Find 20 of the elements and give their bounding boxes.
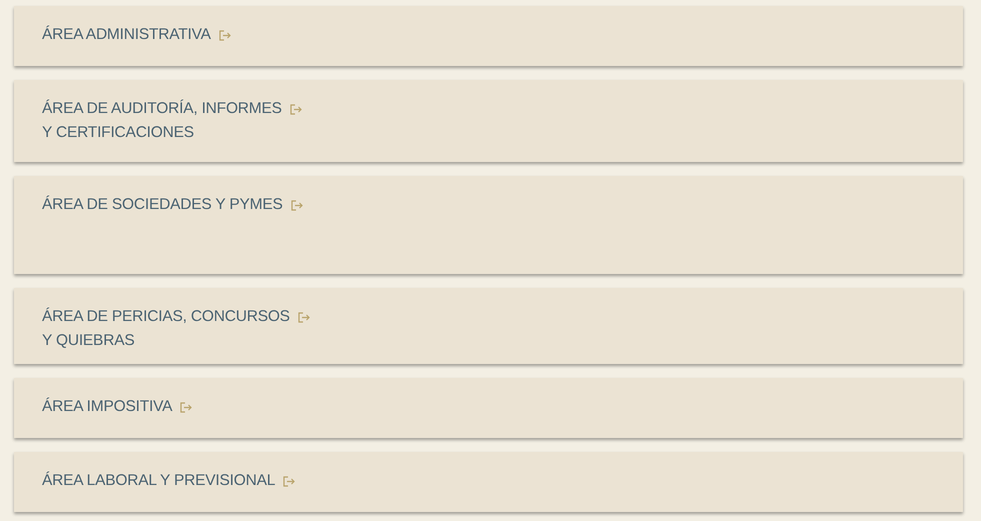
area-title: ÁREA DE AUDITORÍA, INFORMES	[42, 98, 282, 119]
exit-arrow-icon	[283, 476, 296, 486]
exit-arrow-icon	[218, 30, 231, 40]
area-title: ÁREA LABORAL Y PREVISIONAL	[42, 470, 276, 491]
area-card[interactable]: ÁREA LABORAL Y PREVISIONAL	[14, 452, 963, 512]
area-title: Y CERTIFICACIONES	[42, 124, 194, 141]
area-title: ÁREA ADMINISTRATIVA	[42, 24, 211, 45]
area-card[interactable]: ÁREA IMPOSITIVA	[14, 378, 963, 438]
area-title: ÁREA DE PERICIAS, CONCURSOS	[42, 306, 290, 327]
exit-arrow-icon	[290, 200, 303, 210]
area-title: ÁREA DE SOCIEDADES Y PYMES	[42, 194, 283, 215]
exit-arrow-icon	[290, 104, 302, 114]
exit-arrow-icon	[180, 402, 192, 412]
area-title: ÁREA IMPOSITIVA	[42, 396, 172, 417]
area-title: Y QUIEBRAS	[42, 332, 134, 349]
area-card[interactable]: ÁREA ADMINISTRATIVA	[14, 6, 963, 66]
area-card[interactable]: ÁREA DE PERICIAS, CONCURSOS Y QUIEBRAS	[14, 288, 963, 364]
area-card[interactable]: ÁREA DE AUDITORÍA, INFORMES Y CERTIFICACIONES	[14, 80, 963, 162]
area-card[interactable]: ÁREA DE SOCIEDADES Y PYMES	[14, 176, 963, 274]
exit-arrow-icon	[298, 312, 310, 322]
